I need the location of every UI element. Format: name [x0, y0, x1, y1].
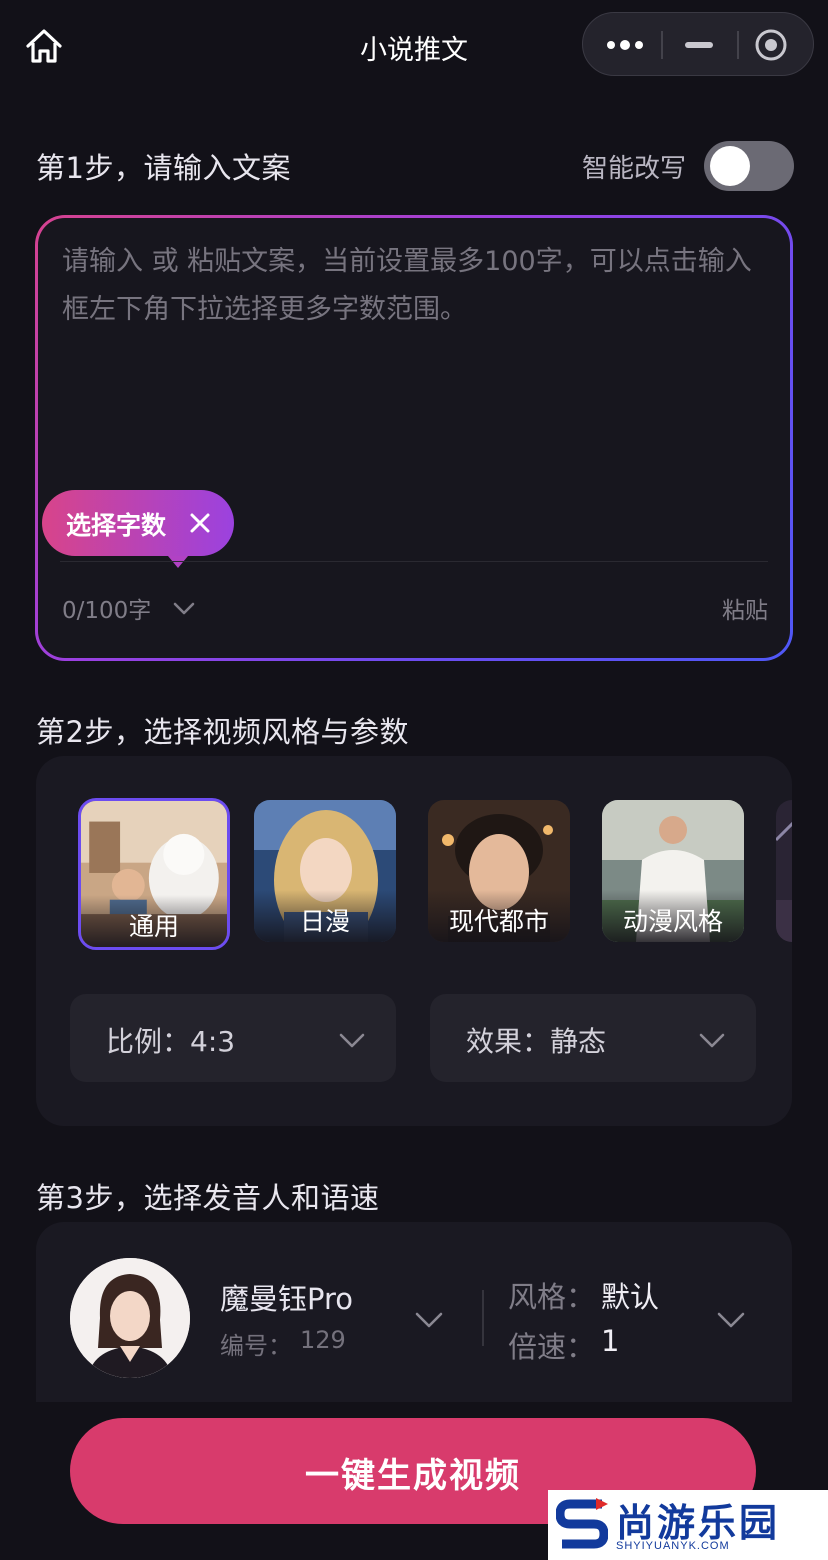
capsule-divider — [737, 31, 739, 59]
chevron-down-icon — [339, 1033, 365, 1048]
ratio-value: 4:3 — [190, 1025, 236, 1058]
voice-style-value: 默认 — [601, 1280, 660, 1314]
step3-title: 第3步，选择发音人和语速 — [36, 1181, 380, 1215]
ratio-label: 比例：4:3 — [106, 1020, 235, 1060]
select-word-count-tooltip[interactable]: 选择字数 — [42, 490, 234, 556]
watermark-brand: 尚游乐园 — [616, 1501, 781, 1545]
tooltip-pointer — [168, 556, 188, 568]
header-bar: 小说推文 — [0, 0, 828, 92]
capsule-divider — [661, 31, 663, 59]
ratio-dropdown[interactable]: 比例：4:3 — [70, 994, 396, 1082]
effect-dropdown[interactable]: 效果：静态 — [430, 994, 756, 1082]
more-icon[interactable] — [605, 35, 645, 55]
chevron-down-icon[interactable] — [414, 1304, 444, 1334]
style-label-container: 现代都市 — [428, 890, 570, 942]
step2-title: 第2步，选择视频风格与参数 — [36, 715, 409, 749]
style-label: 日漫 — [299, 907, 350, 936]
style-option-modern-city[interactable]: 现代都市 — [428, 800, 570, 942]
speed-label: 倍速： — [508, 1330, 596, 1364]
copy-input-card: 请输入 或 粘贴文案，当前设置最多100字，可以点击输入框左下角下拉选择更多字数… — [35, 215, 793, 661]
copy-textarea[interactable]: 请输入 或 粘贴文案，当前设置最多100字，可以点击输入框左下角下拉选择更多字数… — [38, 218, 790, 658]
miniapp-capsule — [582, 12, 814, 76]
style-option-anime-style[interactable]: 动漫风格 — [602, 800, 744, 942]
paste-button[interactable]: 粘贴 — [722, 591, 768, 625]
smart-rewrite-toggle[interactable] — [704, 141, 794, 191]
style-option-general[interactable]: 通用 — [78, 798, 230, 950]
effect-key: 效果： — [466, 1025, 551, 1058]
word-count-display[interactable]: 0/100字 — [62, 591, 151, 625]
close-icon[interactable] — [188, 511, 212, 535]
style-label: 动漫风格 — [622, 907, 723, 936]
watermark: 尚游乐园 SHYIYUANYK.COM — [548, 1490, 828, 1560]
toggle-knob — [710, 146, 750, 186]
style-label: 现代都市 — [448, 907, 549, 936]
style-thumbnail-partial — [776, 800, 792, 942]
style-label-container: 通用 — [81, 895, 227, 947]
chevron-down-icon[interactable] — [716, 1304, 746, 1334]
avatar-illustration — [70, 1258, 190, 1378]
style-label-container: 动漫风格 — [602, 890, 744, 942]
style-option-partial[interactable] — [776, 800, 792, 942]
speed-value: 1 — [601, 1324, 620, 1358]
watermark-url: SHYIYUANYK.COM — [616, 1540, 730, 1552]
smart-rewrite-label: 智能改写 — [582, 154, 687, 184]
voice-id-value: 129 — [300, 1326, 346, 1354]
watermark-logo — [556, 1498, 608, 1549]
style-params-card: 通用 日漫 现代都市 动漫风格 比例：4:3 效果：静态 — [36, 756, 792, 1126]
close-miniapp-icon[interactable] — [753, 27, 789, 63]
chevron-down-icon — [699, 1033, 725, 1048]
chevron-down-icon[interactable] — [172, 596, 196, 620]
step1-title: 第1步，请输入文案 — [36, 151, 291, 185]
copy-placeholder: 请输入 或 粘贴文案，当前设置最多100字，可以点击输入框左下角下拉选择更多字数… — [62, 246, 752, 325]
effect-value: 静态 — [550, 1025, 607, 1058]
voice-style-label: 风格： — [508, 1280, 596, 1314]
generate-button-label: 一键生成视频 — [305, 1456, 521, 1496]
minimize-icon[interactable] — [683, 35, 715, 55]
tooltip-label: 选择字数 — [66, 511, 167, 540]
voice-id-label: 编号： — [220, 1332, 292, 1360]
voice-card: 魔曼钰Pro 编号： 129 风格： 默认 倍速： 1 — [36, 1222, 792, 1402]
voice-name: 魔曼钰Pro — [220, 1282, 354, 1316]
voice-avatar[interactable] — [70, 1258, 190, 1378]
style-option-japanese-anime[interactable]: 日漫 — [254, 800, 396, 942]
ratio-key: 比例： — [106, 1025, 191, 1058]
effect-label: 效果：静态 — [466, 1020, 606, 1060]
style-label-container: 日漫 — [254, 890, 396, 942]
divider — [482, 1290, 484, 1346]
divider — [60, 561, 768, 562]
style-label: 通用 — [128, 912, 179, 941]
